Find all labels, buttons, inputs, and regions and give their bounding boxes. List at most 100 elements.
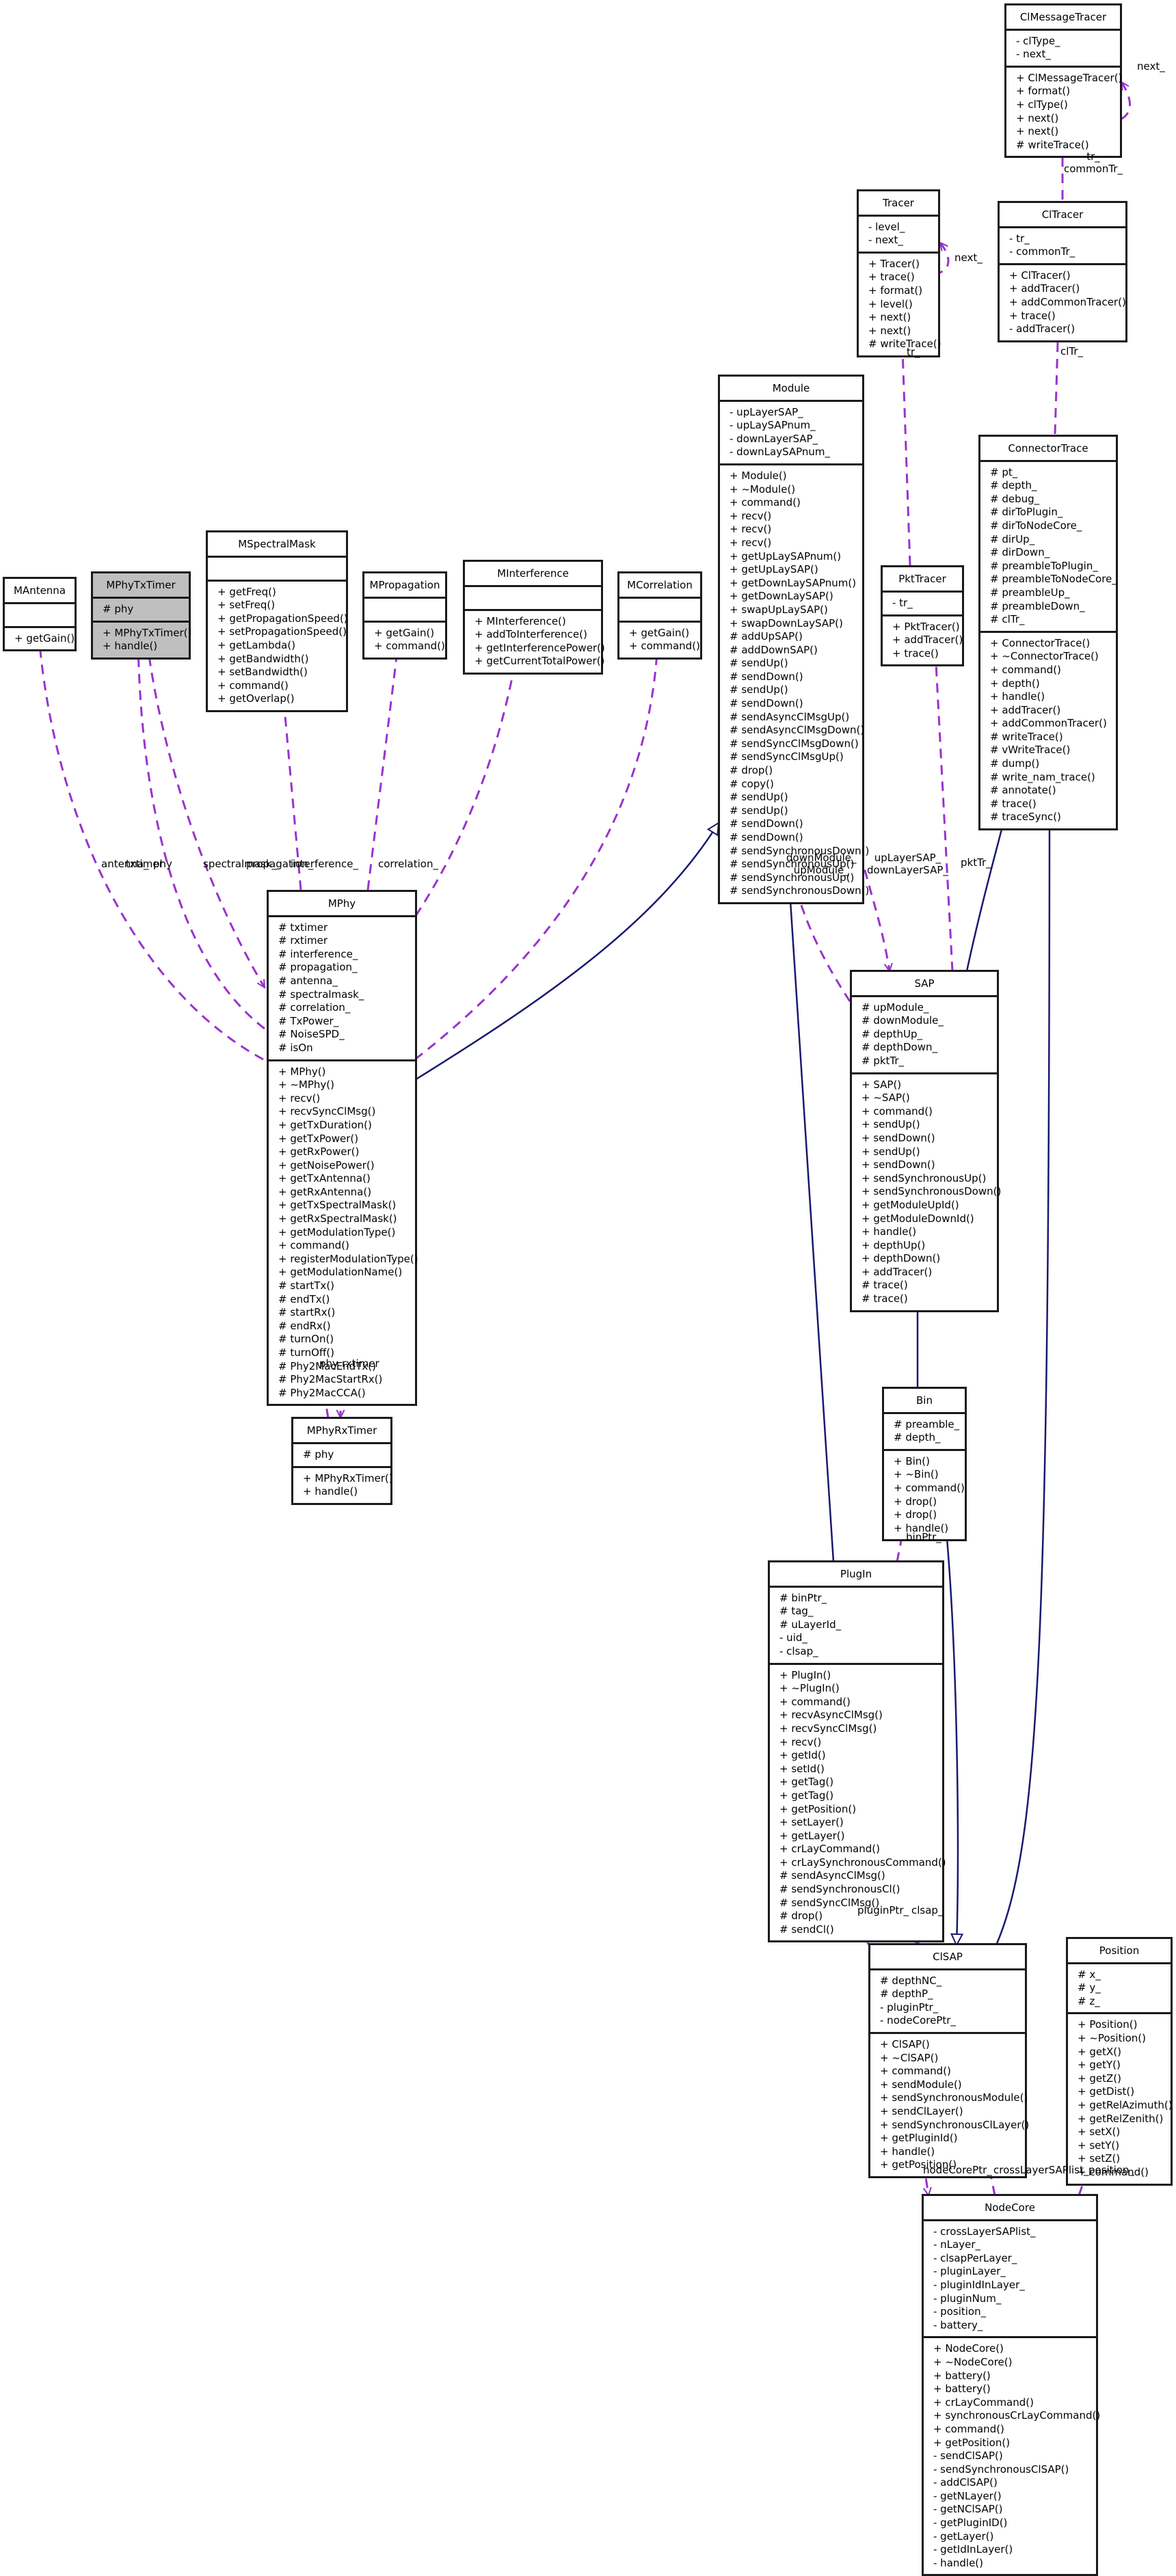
method: + handle() <box>990 690 1045 703</box>
method: # trace() <box>990 797 1037 810</box>
method: # addUpSAP() <box>730 630 803 643</box>
class-nodecore[interactable]: NodeCore - crossLayerSAPlist_ - nLayer_ - c… <box>922 2194 1100 2576</box>
class-pkttracer[interactable]: PktTracer - tr_ + PktTracer() + addTracer()… <box>881 565 964 667</box>
class-name: ConnectorTrace <box>980 437 1116 462</box>
edge-label-position: position_ <box>1088 2164 1134 2176</box>
attribute: - uid_ <box>779 1631 807 1644</box>
method: # sendUp() <box>730 791 788 804</box>
method: + getPosition() <box>779 1802 857 1815</box>
attribute: # dirToPlugin_ <box>990 506 1063 519</box>
attribute: - pluginIdInLayer_ <box>933 2278 1025 2291</box>
class-sap[interactable]: SAP # upModule_ # downModule_ # depthUp_ # d… <box>850 970 1001 1312</box>
class-mphyrxtimer[interactable]: MPhyRxTimer # phy + MPhyRxTimer() + handle(… <box>291 1417 393 1505</box>
class-name: Module <box>720 377 862 402</box>
attribute: # debug_ <box>990 492 1040 505</box>
class-minterference[interactable]: MInterference + MInterference() + addToInt… <box>463 560 605 675</box>
class-plugin[interactable]: PlugIn # binPtr_ # tag_ # uLayerId_ - uid_ - … <box>768 1560 946 1943</box>
method: + handle() <box>303 1485 358 1498</box>
method: # sendCl() <box>779 1923 834 1936</box>
class-attributes: - tr_ <box>883 593 962 616</box>
edge-mphy-to-mpropagation <box>366 640 399 891</box>
method: + sendDown() <box>861 1131 935 1144</box>
edge-label-crosslayersaplist: crossLayerSAPlist_ <box>993 2164 1089 2176</box>
method: + getY() <box>1078 2059 1121 2072</box>
class-mpropagation[interactable]: MPropagation + getGain() + command() <box>362 571 447 660</box>
method: + addCommonTracer() <box>990 717 1107 730</box>
method: + addTracer() <box>990 703 1061 716</box>
class-attributes <box>208 558 346 582</box>
method: # writeTrace() <box>868 338 941 351</box>
method: + swapUpLaySAP() <box>730 603 828 616</box>
class-clmessagetracer[interactable]: ClMessageTracer - clType_ - next_ + ClMessa… <box>1004 3 1122 159</box>
method: # drop() <box>730 764 773 777</box>
method: + handle() <box>861 1225 917 1238</box>
class-tracer[interactable]: Tracer - level_ - next_ + Tracer() + trace()… <box>857 189 941 357</box>
attribute: # spectralmask_ <box>278 988 364 1001</box>
method: # vWriteTrace() <box>990 744 1071 757</box>
class-mphy[interactable]: MPhy # txtimer # rxtimer # interference_ # p… <box>267 890 418 1407</box>
class-mantenna[interactable]: MAntenna + getGain() <box>3 577 77 652</box>
method: + getRelZenith() <box>1078 2112 1164 2125</box>
method: - sendClSAP() <box>933 2450 1003 2463</box>
method: + ClSAP() <box>880 2037 930 2050</box>
edge-label-phy-rx: phy <box>319 1357 338 1370</box>
method: + registerModulationType() <box>278 1252 418 1265</box>
method: + SAP() <box>861 1078 902 1091</box>
class-name: MSpectralMask <box>208 532 346 558</box>
method: + ~NodeCore() <box>933 2355 1013 2368</box>
attribute: - tr_ <box>1009 232 1030 245</box>
class-bin[interactable]: Bin # preamble_ # depth_ + Bin() + ~Bin() + c… <box>882 1387 967 1542</box>
class-position[interactable]: Position # x_ # y_ # z_ + Position() + ~Posit… <box>1066 1937 1173 2186</box>
class-methods: + MPhyRxTimer() + handle() <box>293 1468 393 1503</box>
attribute: # depth_ <box>990 479 1037 492</box>
class-mspectralmask[interactable]: MSpectralMask + getFreq() + setFreq() + get… <box>206 530 348 712</box>
class-methods: + NodeCore() + ~NodeCore() + battery() + ba… <box>924 2338 1100 2574</box>
method: # Phy2MacStartRx() <box>278 1373 383 1386</box>
method: # traceSync() <box>990 811 1061 824</box>
method: + ~Bin() <box>894 1468 939 1481</box>
method: + getCurrentTotalPower() <box>475 655 605 668</box>
method: + getRxPower() <box>278 1145 360 1158</box>
class-attributes: # phy <box>93 599 189 623</box>
method: + getDist() <box>1078 2085 1135 2098</box>
method: + addTracer() <box>892 634 963 647</box>
class-name: MPropagation <box>364 573 445 599</box>
attribute: - upLaySAPnum_ <box>730 419 816 432</box>
method: + depth() <box>990 677 1040 690</box>
class-name: MInterference <box>465 562 601 587</box>
class-methods: + MPhyTxTimer() + handle() <box>93 623 191 657</box>
method: - getLayer() <box>933 2530 994 2543</box>
edge-label-interference: interference_ <box>291 858 359 870</box>
attribute: # preambleDown_ <box>990 599 1085 612</box>
edge-label-downlayersap: downLayerSAP_ <box>867 864 948 876</box>
attribute: # phy <box>103 602 134 615</box>
method: # addDownSAP() <box>730 643 818 656</box>
method: + ~Module() <box>730 483 796 496</box>
attribute: - next_ <box>868 234 903 247</box>
method: + command() <box>861 1104 933 1117</box>
attribute: # y_ <box>1078 1981 1101 1994</box>
class-clsap[interactable]: ClSAP # depthNC_ # depthP_ - pluginPtr_ - no… <box>868 1943 1029 2178</box>
method: + getGain() <box>14 632 75 645</box>
attribute: # depthP_ <box>880 1988 933 2001</box>
attribute: # downModule_ <box>861 1014 944 1027</box>
inherit-mphy-to-module <box>414 823 719 1081</box>
attribute: # propagation_ <box>278 961 358 974</box>
class-module[interactable]: Module - upLayerSAP_ - upLaySAPnum_ - downL… <box>718 375 870 904</box>
class-cltracer[interactable]: ClTracer - tr_ - commonTr_ + ClTracer() + ad… <box>998 201 1127 342</box>
method: + ~Position() <box>1078 2031 1147 2044</box>
method: # sendSynchronousDown() <box>730 884 870 897</box>
method: + command() <box>278 1239 349 1252</box>
method: + battery() <box>933 2369 991 2382</box>
edge-pkttracer-to-tracer <box>902 330 911 566</box>
class-methods: + getGain() <box>5 628 75 650</box>
method: + getTag() <box>779 1789 834 1802</box>
class-mcorrelation[interactable]: MCorrelation + getGain() + command() <box>617 571 702 660</box>
class-mphytxtimer[interactable]: MPhyTxTimer # phy + MPhyTxTimer() + handle(… <box>91 571 191 660</box>
attribute: - level_ <box>868 220 905 233</box>
method: + Tracer() <box>868 257 920 270</box>
edge-label-rxtimer: rxtimer <box>342 1357 379 1370</box>
method: # endTx() <box>278 1292 330 1305</box>
method: # trace() <box>861 1279 908 1292</box>
class-connectortrace[interactable]: ConnectorTrace # pt_ # depth_ # debug_ # dir… <box>978 435 1118 831</box>
